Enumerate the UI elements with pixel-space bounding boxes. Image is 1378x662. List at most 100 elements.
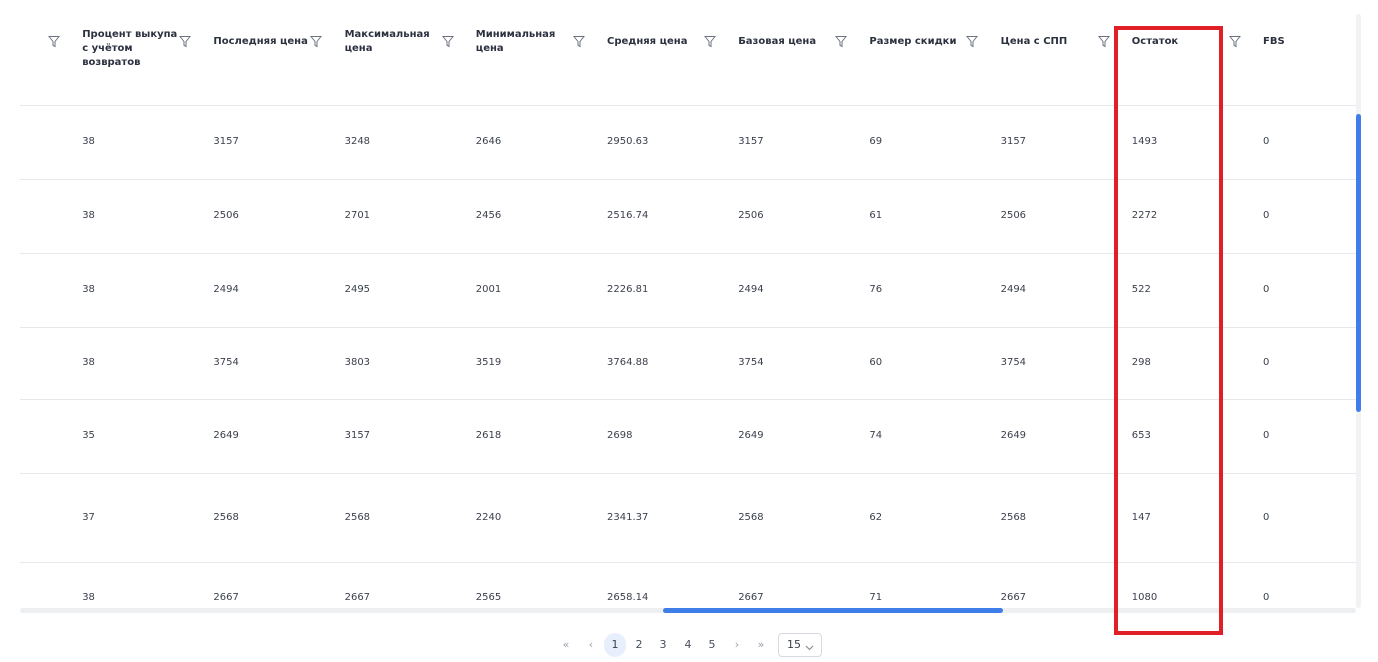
cell-discount: 74 <box>869 430 883 441</box>
cell-max_price: 2701 <box>344 210 371 221</box>
last-page-button[interactable]: » <box>751 633 771 657</box>
filter-icon[interactable] <box>1228 35 1243 49</box>
page-button-5[interactable]: 5 <box>701 633 723 657</box>
cell-last_price: 2506 <box>213 210 239 221</box>
chevron-down-icon <box>805 641 814 654</box>
filter-icon[interactable] <box>835 35 849 49</box>
cell-discount: 69 <box>869 136 883 147</box>
cell-max_price: 2495 <box>344 284 371 295</box>
table-row[interactable]: 37 2568 2568 2240 2341.37 2568 62 2568 147 0 <box>20 473 1356 563</box>
table-row[interactable]: 38 3157 3248 2646 2950.63 3157 69 3157 1493 0 <box>20 105 1356 180</box>
cell-fbs: 0 <box>1263 284 1270 295</box>
cell-last_price: 2494 <box>213 284 239 295</box>
cell-fbs: 0 <box>1263 592 1270 603</box>
next-page-button[interactable]: › <box>727 633 747 657</box>
cell-fbs: 0 <box>1263 357 1270 368</box>
cell-base_price: 2568 <box>738 512 764 523</box>
cell-max_price: 2667 <box>344 592 371 603</box>
table-row[interactable]: 38 2494 2495 2001 2226.81 2494 76 2494 522 0 <box>20 253 1356 328</box>
cell-pct_returns: 35 <box>82 430 95 441</box>
table-header: выкупа Процент выкупа с учётом возвратов П… <box>20 0 1356 106</box>
page-button-2[interactable]: 2 <box>628 633 650 657</box>
cell-avg_price: 2950.63 <box>607 136 649 147</box>
cell-spp_price: 2667 <box>1000 592 1027 603</box>
cell-discount: 62 <box>869 512 883 523</box>
column-header-pct_returns: Процент выкупа с учётом возвратов <box>82 28 213 68</box>
column-header-label: Процент выкупа с учётом возвратов <box>82 29 178 68</box>
column-header-label: Размер скидки <box>869 36 957 47</box>
cell-pct_returns: 38 <box>82 136 95 147</box>
prev-page-button[interactable]: ‹ <box>581 633 601 657</box>
vertical-scrollbar[interactable] <box>1356 14 1361 608</box>
cell-min_price: 2646 <box>475 136 502 147</box>
horizontal-scrollbar[interactable] <box>20 608 1356 613</box>
cell-min_price: 2456 <box>475 210 502 221</box>
cell-min_price: 3519 <box>475 357 502 368</box>
filter-icon[interactable] <box>966 35 980 49</box>
table-row[interactable]: 38 2506 2701 2456 2516.74 2506 61 2506 2272 0 <box>20 179 1356 254</box>
cell-fbs: 0 <box>1263 136 1270 147</box>
column-header-vykup: выкупа <box>20 28 82 68</box>
column-header-label: Базовая цена <box>738 36 817 47</box>
horizontal-scrollbar-thumb[interactable] <box>663 608 1003 613</box>
column-header-label: выкупа <box>20 35 47 49</box>
filter-icon[interactable] <box>441 35 456 49</box>
table-row[interactable]: 38 2667 2667 2565 2658.14 2667 71 2667 1080 0 <box>20 562 1356 610</box>
cell-spp_price: 2649 <box>1000 430 1027 441</box>
column-header-discount: Размер скидки <box>869 28 1000 68</box>
cell-avg_price: 2516.74 <box>607 210 649 221</box>
cell-min_price: 2001 <box>475 284 502 295</box>
vertical-scrollbar-thumb[interactable] <box>1356 114 1361 412</box>
cell-fbs: 0 <box>1263 430 1270 441</box>
cell-min_price: 2240 <box>475 512 502 523</box>
column-header-spp_price: Цена с СПП <box>1001 28 1132 68</box>
cell-stock: 522 <box>1131 284 1151 295</box>
cell-pct_returns: 37 <box>82 512 95 523</box>
cell-stock: 2272 <box>1131 210 1158 221</box>
filter-icon[interactable] <box>572 35 587 49</box>
cell-avg_price: 3764.88 <box>607 357 649 368</box>
table-row[interactable]: 38 3754 3803 3519 3764.88 3754 60 3754 298 0 <box>20 327 1356 400</box>
cell-stock: 653 <box>1131 430 1151 441</box>
cell-base_price: 2506 <box>738 210 764 221</box>
filter-icon[interactable] <box>179 35 193 49</box>
cell-pct_returns: 38 <box>82 592 95 603</box>
cell-max_price: 3803 <box>344 357 371 368</box>
cell-stock: 298 <box>1131 357 1151 368</box>
column-header-base_price: Базовая цена <box>738 28 869 68</box>
filter-icon[interactable] <box>704 35 718 49</box>
column-header-min_price: Минимальная цена <box>476 28 607 68</box>
cell-pct_returns: 38 <box>82 284 95 295</box>
page-size-select[interactable]: 15 <box>778 633 822 657</box>
page-button-1[interactable]: 1 <box>604 633 626 657</box>
cell-pct_returns: 38 <box>82 210 95 221</box>
filter-icon[interactable] <box>310 35 324 49</box>
cell-max_price: 3157 <box>344 430 371 441</box>
cell-discount: 61 <box>869 210 883 221</box>
cell-stock: 147 <box>1131 512 1151 523</box>
cell-base_price: 3157 <box>738 136 764 147</box>
cell-discount: 76 <box>869 284 883 295</box>
filter-icon[interactable] <box>1097 35 1112 49</box>
table-row[interactable]: 35 2649 3157 2618 2698 2649 74 2649 653 0 <box>20 399 1356 474</box>
cell-discount: 71 <box>869 592 883 603</box>
cell-pct_returns: 38 <box>82 357 95 368</box>
filter-icon[interactable] <box>48 35 62 49</box>
cell-spp_price: 2568 <box>1000 512 1027 523</box>
cell-base_price: 2667 <box>738 592 764 603</box>
column-header-label: Минимальная цена <box>475 29 556 54</box>
first-page-button[interactable]: « <box>556 633 576 657</box>
cell-last_price: 2568 <box>213 512 239 523</box>
cell-base_price: 2649 <box>738 430 764 441</box>
page-button-3[interactable]: 3 <box>652 633 674 657</box>
cell-fbs: 0 <box>1263 210 1270 221</box>
cell-spp_price: 3754 <box>1000 357 1027 368</box>
column-header-stock: Остаток <box>1132 28 1263 68</box>
column-header-label: Максимальная цена <box>344 29 430 54</box>
column-header-label: FBS <box>1263 36 1285 47</box>
cell-base_price: 3754 <box>738 357 764 368</box>
cell-last_price: 2649 <box>213 430 239 441</box>
column-header-label: Последняя цена <box>213 36 308 47</box>
page-button-4[interactable]: 4 <box>677 633 699 657</box>
column-header-label: Остаток <box>1131 36 1179 47</box>
